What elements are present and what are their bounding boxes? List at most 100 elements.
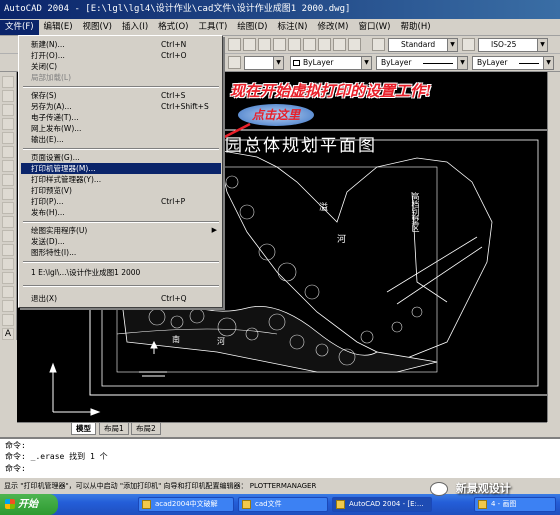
menu-modify[interactable]: 修改(M) — [312, 20, 353, 35]
tool-palettes-icon[interactable] — [318, 38, 331, 51]
command-window[interactable]: 命令: 命令: _.erase 找到 1 个 命令: — [0, 437, 560, 477]
point-icon[interactable] — [2, 258, 14, 270]
draw-toolbar: A — [0, 72, 17, 340]
menu-item-save-as[interactable]: 另存为(A)... Ctrl+Shift+S — [21, 101, 221, 112]
start-button[interactable]: 开始 — [0, 494, 58, 515]
menu-item-new-shortcut: Ctrl+N — [161, 40, 187, 49]
menu-item-new[interactable]: 新建(N)... Ctrl+N — [21, 39, 221, 50]
menu-view[interactable]: 视图(V) — [78, 20, 117, 35]
chevron-down-icon: ▼ — [543, 57, 553, 69]
menu-item-recent-file[interactable]: 1 E:\lgl\...\设计作业成图1 2000 — [21, 267, 221, 278]
linetype-select[interactable]: ByLayer ▼ — [376, 56, 468, 70]
menu-item-new-label: 新建(N)... — [31, 40, 65, 49]
construction-line-icon[interactable] — [2, 90, 14, 102]
menu-item-drawing-utilities[interactable]: 绘图实用程序(U) ▶ — [21, 225, 221, 236]
folder-icon — [142, 500, 151, 509]
menu-item-close[interactable]: 关闭(C) — [21, 61, 221, 72]
menu-item-publish[interactable]: 发布(H)... — [21, 207, 221, 218]
menu-item-drawing-properties-label: 图形特性(I)... — [31, 248, 77, 257]
taskbar-item-label: 4 - 画图 — [491, 500, 517, 508]
gradient-icon[interactable] — [2, 286, 14, 298]
vertical-scrollbar[interactable] — [547, 72, 560, 422]
make-block-icon[interactable] — [2, 244, 14, 256]
dim-style-select[interactable]: ISO-25 ▼ — [478, 38, 548, 52]
overflow-label: 溢 — [319, 203, 329, 213]
ellipse-icon[interactable] — [2, 202, 14, 214]
menu-item-plot-style-manager[interactable]: 打印样式管理器(Y)... — [21, 174, 221, 185]
menu-separator — [23, 261, 219, 263]
menu-item-open-label: 打开(O)... — [31, 51, 65, 60]
taskbar-item-cad-folder[interactable]: cad文件 — [238, 497, 328, 512]
polyline-icon[interactable] — [2, 104, 14, 116]
window-title: AutoCAD 2004 - [E:\lgl\lgl4\设计作业\cad文件\设… — [4, 4, 351, 14]
spline-icon[interactable] — [2, 188, 14, 200]
lineweight-select[interactable]: ByLayer ▼ — [472, 56, 554, 70]
zoom-realtime-icon[interactable] — [243, 38, 256, 51]
markup-icon[interactable] — [333, 38, 346, 51]
tab-layout1[interactable]: 布局1 — [99, 423, 129, 435]
polygon-icon[interactable] — [2, 118, 14, 130]
menu-item-page-setup-label: 页面设置(G)... — [31, 153, 80, 162]
menu-item-save[interactable]: 保存(S) Ctrl+S — [21, 90, 221, 101]
help-icon[interactable] — [348, 38, 361, 51]
layer-manager-icon[interactable] — [228, 56, 241, 69]
command-history-line: 命令: _.erase 找到 1 个 — [5, 452, 108, 461]
menu-item-send[interactable]: 发送(D)... — [21, 236, 221, 247]
insert-block-icon[interactable] — [2, 230, 14, 242]
design-center-icon[interactable] — [303, 38, 316, 51]
menu-item-partial-load: 局部加载(L) — [21, 72, 221, 83]
menu-draw[interactable]: 绘图(D) — [232, 20, 272, 35]
menu-item-plotter-manager[interactable]: 打印机管理器(M)... — [21, 163, 221, 174]
dim-style-icon — [462, 38, 475, 51]
pan-icon[interactable] — [228, 38, 241, 51]
menu-item-save-as-shortcut: Ctrl+Shift+S — [161, 102, 209, 111]
menu-item-page-setup[interactable]: 页面设置(G)... — [21, 152, 221, 163]
hatch-icon[interactable] — [2, 272, 14, 284]
revision-cloud-icon[interactable] — [2, 174, 14, 186]
linetype-preview — [423, 63, 453, 64]
menu-item-exit[interactable]: 退出(X) Ctrl+Q — [21, 293, 221, 304]
menu-insert[interactable]: 插入(I) — [117, 20, 153, 35]
menu-item-plot-preview[interactable]: 打印预览(V) — [21, 185, 221, 196]
layout-tabs: 模型 布局1 布局2 — [17, 422, 547, 435]
table-icon[interactable] — [2, 314, 14, 326]
menu-item-plot[interactable]: 打印(P)... Ctrl+P — [21, 196, 221, 207]
taskbar-item-paint[interactable]: 4 - 画图 — [474, 497, 556, 512]
arc-icon[interactable] — [2, 146, 14, 158]
menu-item-export[interactable]: 输出(E)... — [21, 134, 221, 145]
menu-item-publish-web[interactable]: 网上发布(W)... — [21, 123, 221, 134]
taskbar-item-autocad[interactable]: AutoCAD 2004 - [E:... — [332, 497, 432, 512]
multiline-text-icon[interactable]: A — [2, 328, 14, 340]
ellipse-arc-icon[interactable] — [2, 216, 14, 228]
menu-tools[interactable]: 工具(T) — [193, 20, 232, 35]
taskbar-item-crack[interactable]: acad2004中文破解 — [138, 497, 234, 512]
menu-file[interactable]: 文件(F) — [0, 19, 39, 35]
line-icon[interactable] — [2, 76, 14, 88]
menu-window[interactable]: 窗口(W) — [353, 20, 395, 35]
zoom-window-icon[interactable] — [258, 38, 271, 51]
menu-help[interactable]: 帮助(H) — [396, 20, 436, 35]
menu-edit[interactable]: 编辑(E) — [39, 20, 78, 35]
watermark: 新景观设计 — [430, 480, 511, 496]
zoom-previous-icon[interactable] — [273, 38, 286, 51]
command-prompt[interactable]: 命令: — [5, 464, 26, 474]
south-label: 南 — [172, 335, 180, 344]
menu-item-drawing-properties[interactable]: 图形特性(I)... — [21, 247, 221, 258]
circle-icon[interactable] — [2, 160, 14, 172]
properties-icon[interactable] — [288, 38, 301, 51]
menu-bar: 文件(F) 编辑(E) 视图(V) 插入(I) 格式(O) 工具(T) 绘图(D… — [0, 19, 560, 36]
layer-select[interactable]: ▼ — [244, 56, 284, 70]
region-icon[interactable] — [2, 300, 14, 312]
tab-model[interactable]: 模型 — [71, 423, 96, 435]
menu-format[interactable]: 格式(O) — [153, 20, 193, 35]
rectangle-icon[interactable] — [2, 132, 14, 144]
color-select[interactable]: ByLayer ▼ — [290, 56, 372, 70]
menu-item-plot-style-manager-label: 打印样式管理器(Y)... — [31, 175, 102, 184]
menu-item-export-label: 输出(E)... — [31, 135, 64, 144]
text-style-select[interactable]: Standard ▼ — [388, 38, 458, 52]
menu-dimension[interactable]: 标注(N) — [272, 20, 312, 35]
tab-layout2[interactable]: 布局2 — [131, 423, 161, 435]
lineweight-preview — [519, 63, 539, 64]
menu-item-open[interactable]: 打开(O)... Ctrl+O — [21, 50, 221, 61]
menu-item-etransmit[interactable]: 电子传递(T)... — [21, 112, 221, 123]
